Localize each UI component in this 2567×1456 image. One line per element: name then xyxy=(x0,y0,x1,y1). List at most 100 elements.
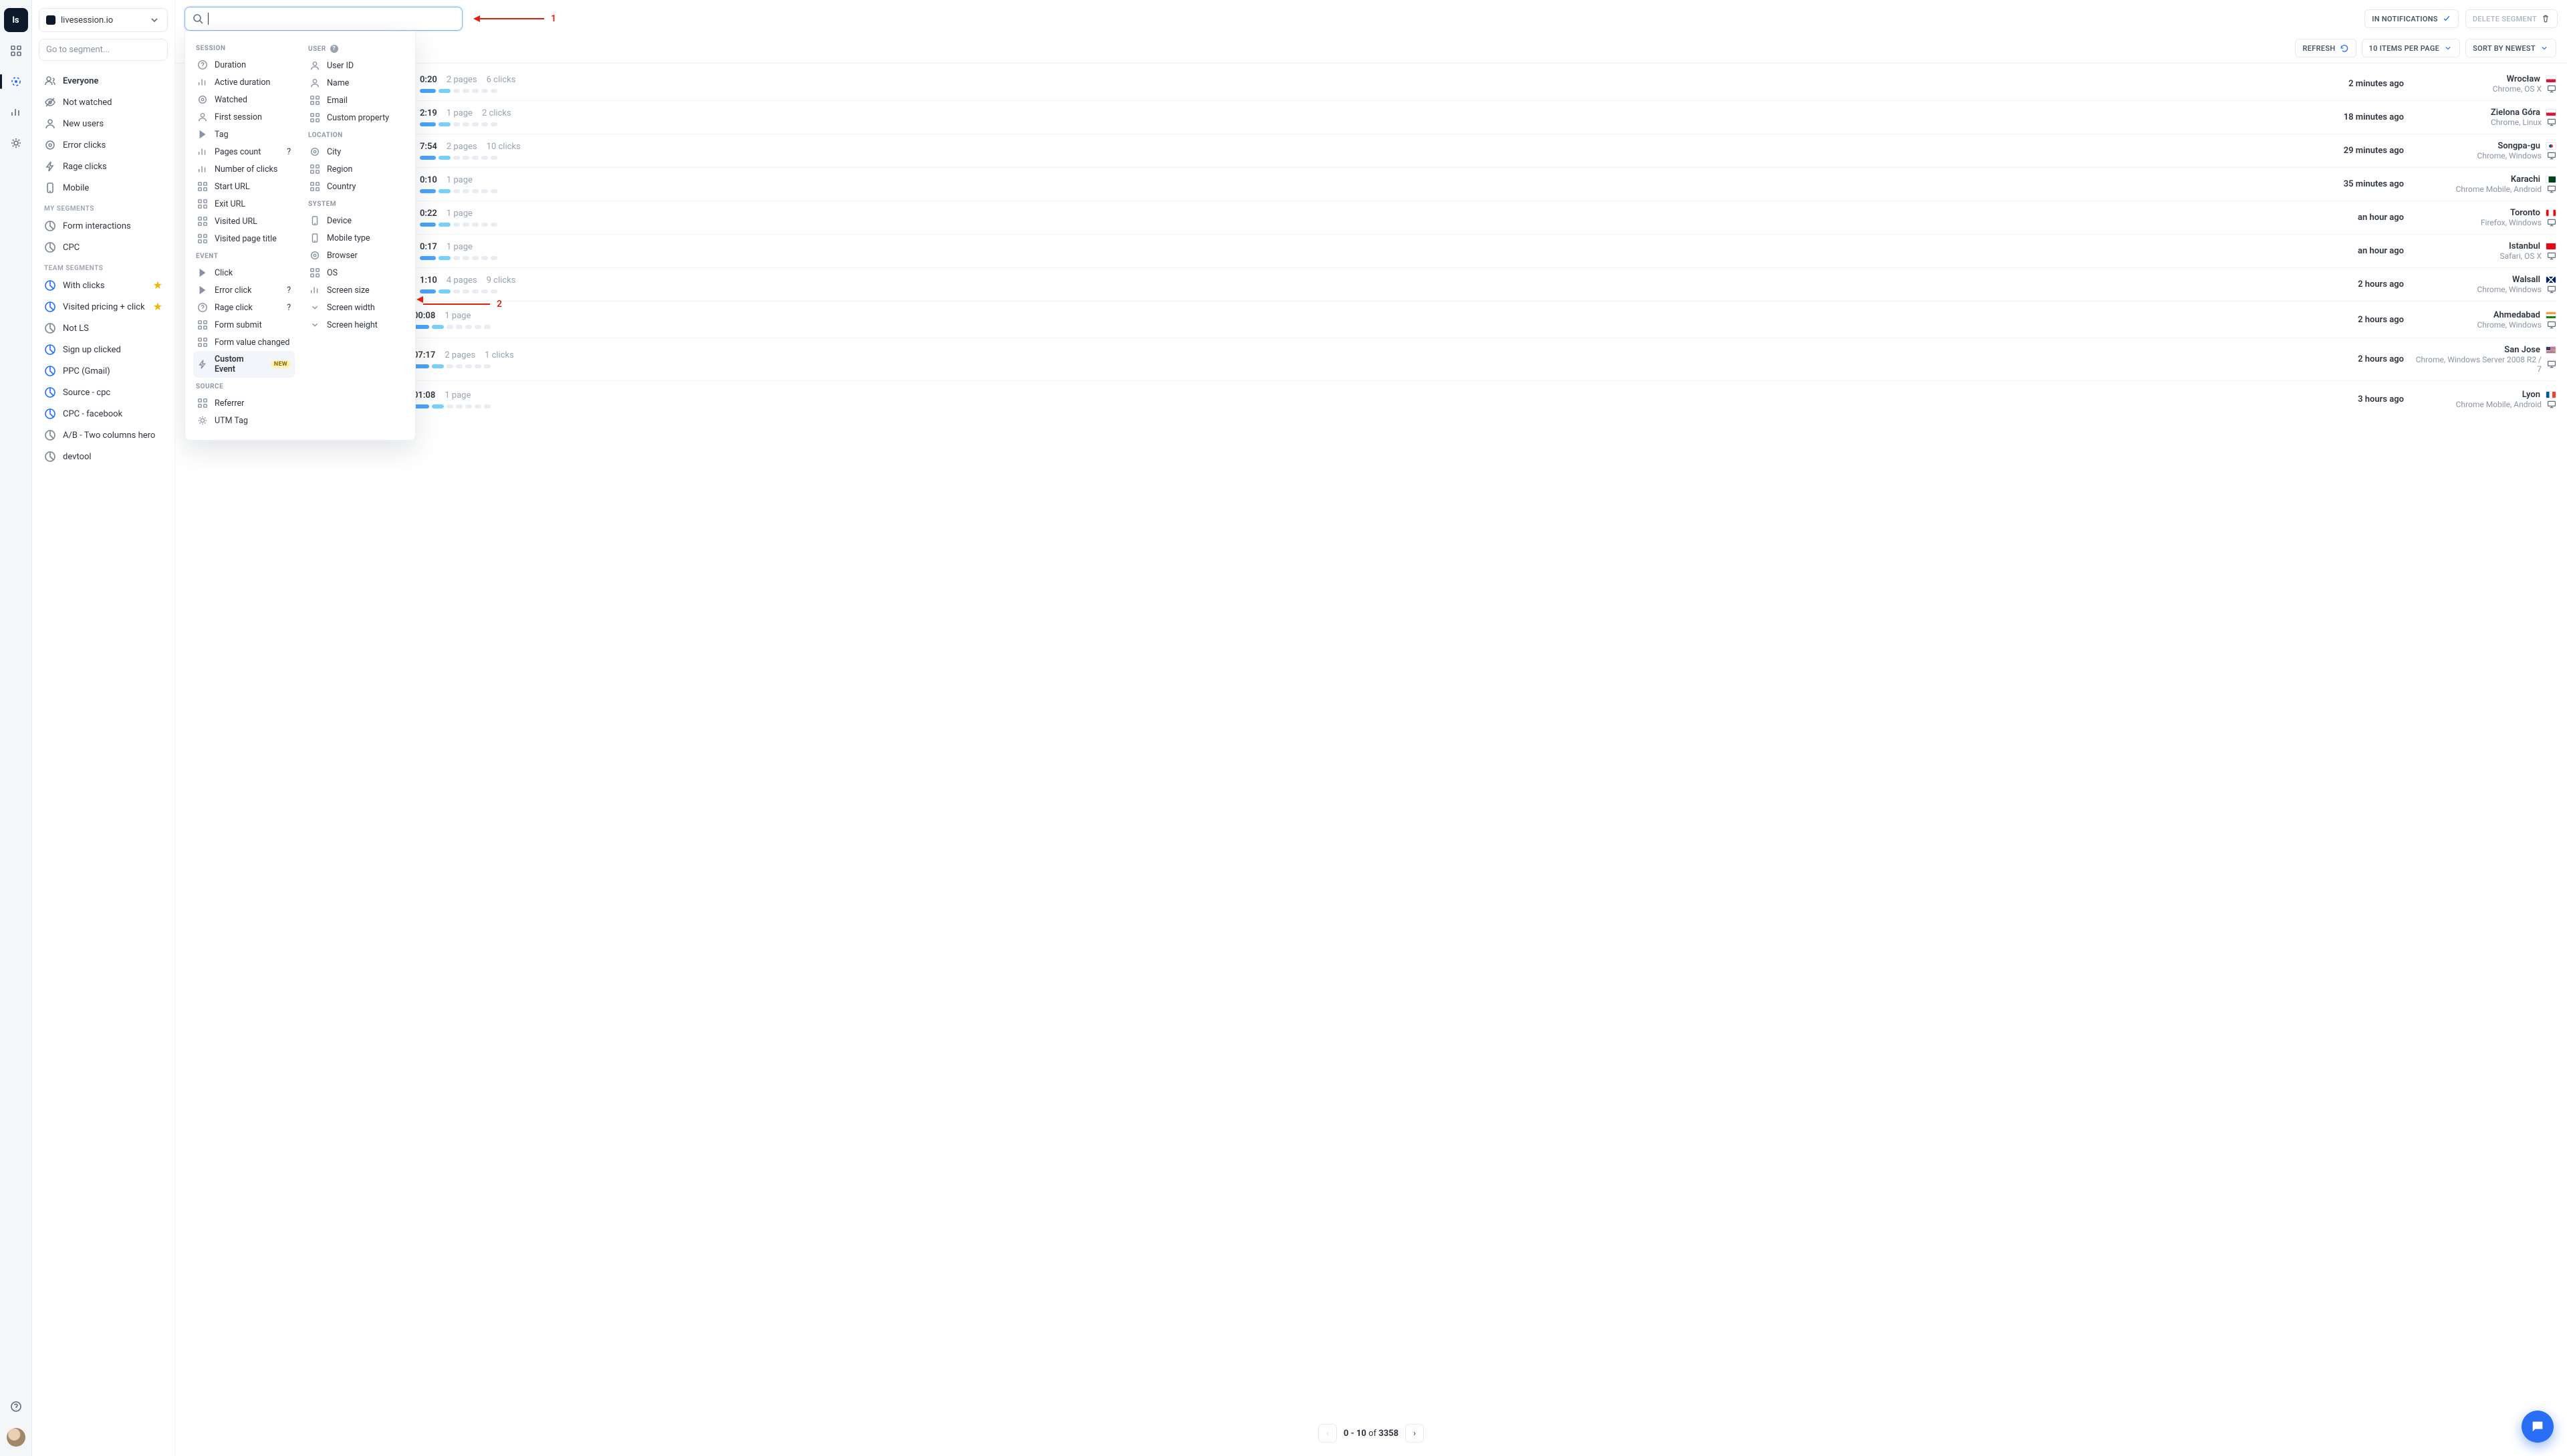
filter-rage-click[interactable]: Rage click ? xyxy=(193,299,295,316)
session-row[interactable]: 👷 c7331579 ▢ 35Since Oct 30 07:172 pages… xyxy=(186,338,2556,381)
filter-pages-count[interactable]: Pages count ? xyxy=(193,143,295,160)
session-row[interactable]: 0:221 page an hour ago Toronto Firefox, … xyxy=(186,201,2556,235)
brand-logo[interactable]: ls xyxy=(4,8,28,32)
filter-referrer[interactable]: Referrer xyxy=(193,394,295,412)
filter-active-duration[interactable]: Active duration xyxy=(193,74,295,91)
rail-help[interactable] xyxy=(4,1394,28,1419)
filter-error-click[interactable]: Error click ? xyxy=(193,281,295,299)
session-row[interactable]: 0:171 page an hour ago Istanbul Safari, … xyxy=(186,235,2556,268)
workspace-picker[interactable]: livesession.io xyxy=(39,8,168,32)
filter-visited-url[interactable]: Visited URL xyxy=(193,213,295,230)
target-icon xyxy=(44,139,56,151)
filter-city[interactable]: City xyxy=(305,143,407,160)
filter-os[interactable]: OS xyxy=(305,264,407,281)
user-icon xyxy=(197,112,208,122)
filter-visited-page-title[interactable]: Visited page title xyxy=(193,230,295,247)
session-row[interactable]: 👴 48197135 ▢ 5Since Dec 10 00:081 page 2… xyxy=(186,301,2556,338)
session-city: Karachi xyxy=(2415,174,2556,185)
avatar-icon xyxy=(7,1428,25,1447)
rail-avatar[interactable] xyxy=(4,1425,28,1449)
pie-icon xyxy=(44,365,56,377)
sidebar-item-ppc-gmail-[interactable]: PPC (Gmail) xyxy=(39,360,168,382)
filter-exit-url[interactable]: Exit URL xyxy=(193,195,295,213)
search-icon xyxy=(192,13,204,25)
phone-icon xyxy=(44,182,56,194)
sidebar-item-new-users[interactable]: New users xyxy=(39,113,168,134)
filter-watched[interactable]: Watched xyxy=(193,91,295,108)
bolt-icon xyxy=(197,359,208,370)
filter-email[interactable]: Email xyxy=(305,92,407,109)
segment-search-input[interactable]: Go to segment... xyxy=(39,39,168,61)
filter-number-of-clicks[interactable]: Number of clicks xyxy=(193,160,295,178)
filter-screen-height[interactable]: Screen height xyxy=(305,316,407,334)
filter-form-submit[interactable]: Form submit xyxy=(193,316,295,334)
session-city: Walsall xyxy=(2415,275,2556,285)
delete-segment-button[interactable]: DELETE SEGMENT xyxy=(2465,9,2558,28)
device-icon xyxy=(310,215,320,226)
help-icon xyxy=(10,1401,22,1413)
filter-tag[interactable]: Tag xyxy=(193,126,295,143)
rail-apps[interactable] xyxy=(4,39,28,63)
pie-icon xyxy=(44,322,56,334)
search-field[interactable] xyxy=(214,13,455,25)
tag-icon xyxy=(197,129,208,140)
session-row[interactable]: 0:101 page 35 minutes ago Karachi Chrome… xyxy=(186,168,2556,201)
sidebar-item-not-ls[interactable]: Not LS xyxy=(39,318,168,339)
filter-custom-property[interactable]: Custom property xyxy=(305,109,407,126)
session-row[interactable]: 1:104 pages9 clicks 2 hours ago Walsall … xyxy=(186,268,2556,301)
sidebar-item-mobile[interactable]: Mobile xyxy=(39,177,168,199)
filter-region[interactable]: Region xyxy=(305,160,407,178)
sidebar-item-cpc-facebook[interactable]: CPC - facebook xyxy=(39,403,168,424)
filter-form-value-changed[interactable]: Form value changed xyxy=(193,334,295,351)
refresh-button[interactable]: REFRESH xyxy=(2295,39,2356,57)
sidebar-item-with-clicks[interactable]: With clicks ★ xyxy=(39,275,168,296)
filter-group-session: SESSION xyxy=(193,39,295,56)
rail-sessions[interactable] xyxy=(4,70,28,94)
filter-mobile-type[interactable]: Mobile type xyxy=(305,229,407,247)
sidebar-item-rage-clicks[interactable]: Rage clicks xyxy=(39,156,168,177)
filter-browser[interactable]: Browser xyxy=(305,247,407,264)
help-badge-icon: ? xyxy=(287,147,291,157)
filter-device[interactable]: Device xyxy=(305,212,407,229)
chat-fab-button[interactable] xyxy=(2522,1411,2554,1443)
session-time: 2 hours ago xyxy=(2304,315,2404,325)
filter-click[interactable]: Click xyxy=(193,264,295,281)
filter-duration[interactable]: Duration xyxy=(193,56,295,74)
session-row[interactable]: 0:202 pages6 clicks 2 minutes ago Wrocła… xyxy=(186,68,2556,101)
per-page-button[interactable]: 10 ITEMS PER PAGE xyxy=(2362,39,2461,57)
filter-screen-width[interactable]: Screen width xyxy=(305,299,407,316)
sidebar-item-source-cpc[interactable]: Source - cpc xyxy=(39,382,168,403)
search-input[interactable] xyxy=(185,7,463,31)
sidebar-item-error-clicks[interactable]: Error clicks xyxy=(39,134,168,156)
rail-analytics[interactable] xyxy=(4,100,28,124)
clicks: 9 clicks xyxy=(487,275,516,285)
filter-first-session[interactable]: First session xyxy=(193,108,295,126)
chevron-down-icon xyxy=(2540,43,2549,53)
rail-settings[interactable] xyxy=(4,131,28,155)
session-row[interactable]: 👳 851c5546 ▢ 1Since Dec 14 01:081 page 3… xyxy=(186,381,2556,417)
next-page-button[interactable]: › xyxy=(1405,1424,1424,1443)
filter-custom-event[interactable]: Custom Event NEW xyxy=(193,351,295,378)
cursor-icon xyxy=(197,267,208,278)
session-row[interactable]: 7:542 pages10 clicks 29 minutes ago Song… xyxy=(186,134,2556,168)
filter-name[interactable]: Name xyxy=(305,74,407,92)
filter-country[interactable]: Country xyxy=(305,178,407,195)
prev-page-button[interactable]: ‹ xyxy=(1318,1424,1337,1443)
pagination: ‹ 0 - 10 of 3358 › xyxy=(175,1415,2567,1456)
sidebar-item-everyone[interactable]: Everyone xyxy=(39,70,168,92)
sidebar-item-visited-pricing-click[interactable]: Visited pricing + click ★ xyxy=(39,296,168,318)
sidebar-item-sign-up-clicked[interactable]: Sign up clicked xyxy=(39,339,168,360)
filter-screen-size[interactable]: Screen size xyxy=(305,281,407,299)
in-notifications-button[interactable]: IN NOTIFICATIONS xyxy=(2364,9,2459,28)
filter-start-url[interactable]: Start URL xyxy=(193,178,295,195)
filter-user-id[interactable]: User ID xyxy=(305,57,407,74)
sidebar-item-not-watched[interactable]: Not watched xyxy=(39,92,168,113)
sidebar-item-cpc[interactable]: CPC xyxy=(39,237,168,258)
sidebar-item-a-b-two-columns-hero[interactable]: A/B - Two columns hero xyxy=(39,424,168,446)
session-row[interactable]: 2:191 page2 clicks 18 minutes ago Zielon… xyxy=(186,101,2556,134)
sidebar-item-devtool[interactable]: devtool xyxy=(39,446,168,467)
session-env: Chrome, Windows xyxy=(2415,151,2556,160)
sort-button[interactable]: SORT BY NEWEST xyxy=(2465,39,2556,57)
sidebar-item-form-interactions[interactable]: Form interactions xyxy=(39,215,168,237)
filter-utm-tag[interactable]: UTM Tag xyxy=(193,412,295,429)
